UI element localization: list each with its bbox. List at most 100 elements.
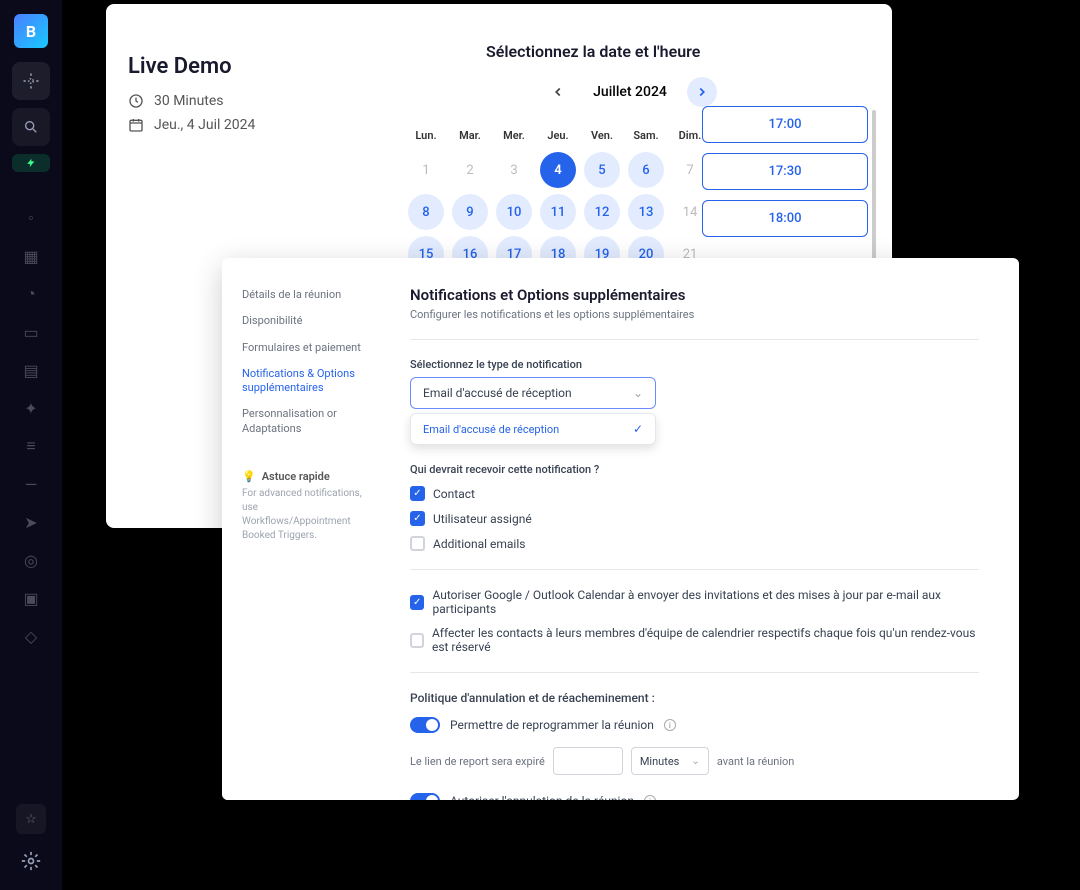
day-5[interactable]: 5 [584, 152, 620, 188]
app-sidebar: B ◦ ▦ ◔ ▭ ▤ ✦ ≡ — ➤ ◎ ▣ ◇ ☆ [0, 0, 62, 890]
nav-meeting-details[interactable]: Détails de la réunion [242, 282, 382, 308]
expire-row: Le lien de report sera expiré Minutes ⌄ … [410, 747, 979, 775]
toggle-reschedule-row: Permettre de reprogrammer la réunion i [410, 717, 979, 733]
nav-icon-6[interactable]: ✦ [23, 400, 39, 416]
select-datetime-label: Sélectionnez la date et l'heure [486, 42, 852, 61]
quick-tip: 💡 Astuce rapide For advanced notificatio… [242, 470, 382, 543]
nav-icon-1[interactable]: ◦ [23, 210, 39, 226]
tip-body: For advanced notifications, use Workflow… [242, 487, 368, 543]
nav-icon-12[interactable]: ◇ [23, 628, 39, 644]
date-text: Jeu., 4 Juil 2024 [154, 117, 255, 133]
check-icon: ✓ [633, 422, 643, 436]
toggle-reschedule[interactable] [410, 717, 440, 733]
settings-gear-button[interactable] [18, 848, 44, 874]
chevron-down-icon: ⌄ [691, 756, 699, 767]
nav-icon-7[interactable]: ≡ [23, 438, 39, 454]
panel-title: Notifications et Options supplémentaires [410, 286, 979, 304]
who-receives-label: Qui devrait recevoir cette notification … [410, 463, 979, 476]
scroll-indicator [872, 110, 876, 260]
checkbox-allow-calendar-row[interactable]: ✓ Autoriser Google / Outlook Calendar à … [410, 588, 979, 616]
tip-title: 💡 Astuce rapide [242, 470, 368, 483]
month-navigation: Juillet 2024 [408, 77, 852, 107]
expire-value-input[interactable] [553, 747, 623, 775]
weekday-header: Jeu. [540, 125, 576, 146]
notif-type-label: Sélectionnez le type de notification [410, 358, 979, 371]
day-13[interactable]: 13 [628, 194, 664, 230]
prev-month-button[interactable] [543, 77, 573, 107]
day-3: 3 [496, 152, 532, 188]
logo[interactable]: B [14, 14, 48, 48]
day-11[interactable]: 11 [540, 194, 576, 230]
timeslot-1730[interactable]: 17:30 [702, 153, 868, 190]
timeslot-1800[interactable]: 18:00 [702, 200, 868, 237]
nav-icon-10[interactable]: ◎ [23, 552, 39, 568]
checkbox-allow-calendar[interactable]: ✓ [410, 595, 424, 610]
day-10[interactable]: 10 [496, 194, 532, 230]
divider [410, 339, 979, 340]
day-4[interactable]: 4 [540, 152, 576, 188]
info-icon[interactable]: i [664, 719, 676, 731]
nav-availability[interactable]: Disponibilité [242, 308, 382, 334]
sidebar-bottom: ☆ [0, 804, 62, 890]
sidebar-secondary-nav: ◦ ▦ ◔ ▭ ▤ ✦ ≡ — ➤ ◎ ▣ ◇ [0, 210, 62, 796]
checkbox-additional-emails[interactable] [410, 536, 425, 551]
nav-notifications[interactable]: Notifications & Options supplémentaires [242, 361, 382, 402]
chevron-down-icon: ⌄ [633, 386, 643, 400]
notif-type-dropdown-option[interactable]: Email d'accusé de réception ✓ [410, 413, 656, 445]
nav-icon-2[interactable]: ▦ [23, 248, 39, 264]
toggle-cancel[interactable] [410, 793, 440, 800]
checkbox-contact[interactable]: ✓ [410, 486, 425, 501]
day-2: 2 [452, 152, 488, 188]
notif-type-select[interactable]: Email d'accusé de réception ⌄ [410, 377, 656, 409]
checkbox-assign-contacts-row[interactable]: Affecter les contacts à leurs membres d'… [410, 626, 979, 654]
checkbox-assign-contacts[interactable] [410, 633, 424, 648]
day-6[interactable]: 6 [628, 152, 664, 188]
settings-nav: Détails de la réunion Disponibilité Form… [222, 258, 382, 800]
expire-unit-select[interactable]: Minutes ⌄ [631, 747, 709, 775]
search-button[interactable] [12, 108, 50, 146]
panel-subtitle: Configurer les notifications et les opti… [410, 308, 979, 321]
nav-icon-4[interactable]: ▭ [23, 324, 39, 340]
checkbox-additional-emails-row[interactable]: Additional emails [410, 536, 979, 551]
clock-icon [128, 93, 144, 109]
settings-content: Notifications et Options supplémentaires… [382, 258, 1019, 800]
booking-info: Live Demo 30 Minutes Jeu., 4 Juil 2024 [128, 54, 358, 141]
duration-text: 30 Minutes [154, 93, 224, 109]
weekday-header: Mar. [452, 125, 488, 146]
next-month-button[interactable] [687, 77, 717, 107]
nav-icon-9[interactable]: ➤ [23, 514, 39, 530]
day-12[interactable]: 12 [584, 194, 620, 230]
nav-icon-11[interactable]: ▣ [23, 590, 39, 606]
timeslot-1700[interactable]: 17:00 [702, 106, 868, 143]
timeslot-list: 17:00 17:30 18:00 [702, 106, 868, 237]
weekday-header: Sam. [628, 125, 664, 146]
calendar-icon [128, 117, 144, 133]
divider [410, 672, 979, 673]
day-8[interactable]: 8 [408, 194, 444, 230]
nav-icon-3[interactable]: ◔ [23, 286, 39, 302]
lightning-button[interactable] [12, 154, 50, 172]
day-1: 1 [408, 152, 444, 188]
bulb-icon: 💡 [242, 470, 256, 483]
nav-icon-8[interactable]: — [23, 476, 39, 492]
info-icon[interactable]: i [644, 795, 656, 800]
day-9[interactable]: 9 [452, 194, 488, 230]
nav-forms-payment[interactable]: Formulaires et paiement [242, 335, 382, 361]
star-button[interactable]: ☆ [16, 804, 46, 834]
duration-row: 30 Minutes [128, 93, 358, 109]
checkbox-assigned-user[interactable]: ✓ [410, 511, 425, 526]
weekday-header: Mer. [496, 125, 532, 146]
weekday-header: Ven. [584, 125, 620, 146]
settings-panel: Détails de la réunion Disponibilité Form… [222, 258, 1019, 800]
checkbox-assigned-user-row[interactable]: ✓ Utilisateur assigné [410, 511, 979, 526]
nav-customization[interactable]: Personnalisation or Adaptations [242, 401, 382, 442]
weekday-header: Lun. [408, 125, 444, 146]
policy-title: Politique d'annulation et de réacheminem… [410, 691, 979, 705]
booking-title: Live Demo [128, 54, 358, 79]
month-label: Juillet 2024 [593, 84, 667, 100]
nav-icon-5[interactable]: ▤ [23, 362, 39, 378]
checkbox-contact-row[interactable]: ✓ Contact [410, 486, 979, 501]
cursor-tool-button[interactable] [12, 62, 50, 100]
date-row: Jeu., 4 Juil 2024 [128, 117, 358, 133]
divider [410, 569, 979, 570]
